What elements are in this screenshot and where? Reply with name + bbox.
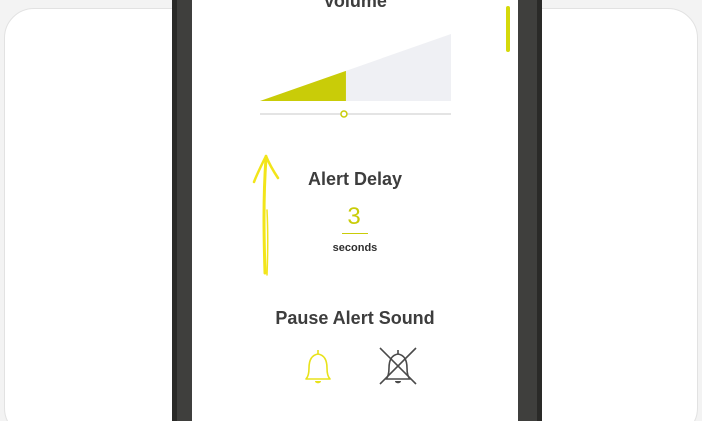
sound-off-button[interactable] bbox=[376, 344, 420, 388]
alert-delay-unit: seconds bbox=[332, 242, 378, 254]
alert-delay-value[interactable]: 3 bbox=[340, 203, 368, 231]
bell-off-icon bbox=[379, 347, 417, 385]
volume-fill bbox=[260, 70, 346, 101]
alert-delay-title: Alert Delay bbox=[307, 169, 403, 189]
volume-control[interactable] bbox=[192, 0, 518, 130]
volume-track bbox=[260, 34, 451, 101]
phone-frame-right-edge bbox=[537, 0, 542, 421]
pause-alert-sound-title: Pause Alert Sound bbox=[275, 308, 435, 328]
phone-screen: Volume Alert Delay 3 seconds Pause Alert… bbox=[192, 0, 518, 421]
volume-slider-knob bbox=[340, 110, 348, 118]
sound-on-button[interactable] bbox=[296, 344, 340, 388]
phone-frame-left-edge bbox=[172, 0, 177, 421]
bell-icon bbox=[305, 350, 331, 384]
app-stage: Volume Alert Delay 3 seconds Pause Alert… bbox=[0, 0, 702, 421]
alert-delay-underline bbox=[342, 233, 368, 234]
